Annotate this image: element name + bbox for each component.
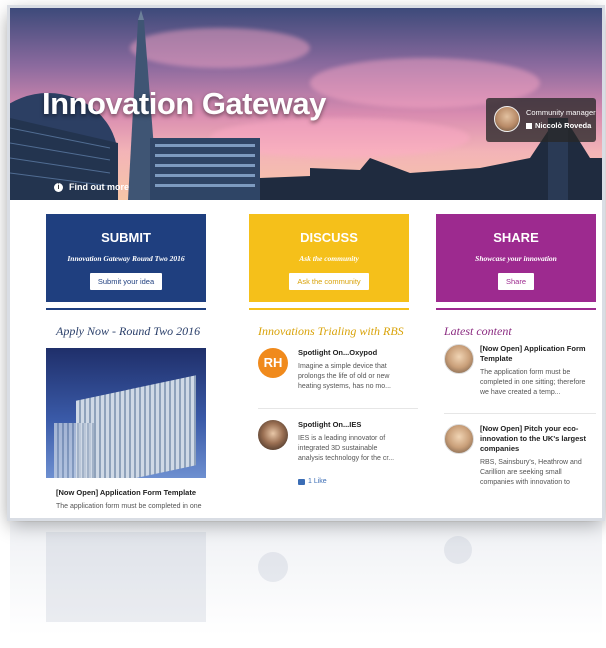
middle-divider [258, 408, 418, 409]
info-icon: i [54, 182, 63, 192]
reflection-avatar [444, 536, 472, 564]
find-out-more-link[interactable]: i Find out more [54, 182, 129, 192]
right-item-title[interactable]: [Now Open] Application Form Template [480, 344, 595, 364]
right-item-text: RBS, Sainsbury's, Heathrow and Carillion… [480, 459, 582, 486]
right-divider [444, 413, 596, 414]
hero-banner: Innovation Gateway i Find out more Commu… [10, 8, 602, 200]
middle-item-title[interactable]: Spotlight On...IES [298, 420, 428, 430]
middle-item-title[interactable]: Spotlight On...Oxypod [298, 348, 428, 358]
reflection-avatar [258, 552, 288, 582]
thumbs-up-icon [298, 478, 305, 485]
like-count: 1 Like [308, 478, 327, 485]
ask-community-button[interactable]: Ask the community [289, 273, 369, 290]
hero-title: Innovation Gateway [42, 86, 326, 121]
author-avatar [444, 344, 474, 374]
community-manager-card[interactable]: Community manager Niccolò Roveda [486, 98, 596, 142]
page-reflection [10, 522, 602, 648]
manager-role: Community manager [526, 108, 596, 117]
flag-icon [526, 122, 532, 129]
middle-item-text: IES is a leading innovator of integrated… [298, 435, 395, 462]
middle-item-text: Imagine a simple device that prolongs th… [298, 363, 391, 390]
submit-underline [46, 308, 206, 310]
right-item-title[interactable]: [Now Open] Pitch your eco-innovation to … [480, 424, 595, 454]
discuss-underline [249, 308, 409, 310]
building-photo [46, 348, 206, 478]
right-item-text: The application form must be completed i… [480, 369, 586, 396]
manager-avatar [494, 106, 520, 132]
discuss-card-subtitle: Ask the community [299, 254, 359, 263]
apply-now-heading: Apply Now - Round Two 2016 [56, 324, 201, 338]
browser-page: Innovation Gateway i Find out more Commu… [10, 8, 602, 518]
share-button[interactable]: Share [497, 273, 534, 290]
manager-name-row: Niccolò Roveda [526, 121, 591, 130]
submit-idea-button[interactable]: Submit your idea [89, 273, 163, 290]
reflection-photo [46, 532, 206, 622]
discuss-card-title: DISCUSS [300, 230, 358, 245]
like-button[interactable]: 1 Like [298, 478, 327, 485]
manager-name: Niccolò Roveda [535, 121, 592, 130]
latest-content-heading: Latest content [444, 324, 512, 338]
ies-avatar [258, 420, 288, 450]
submit-card: SUBMIT Innovation Gateway Round Two 2016… [46, 214, 206, 302]
share-card-title: SHARE [493, 230, 539, 245]
innovations-heading: Innovations Trialing with RBS [258, 324, 404, 338]
left-item-title[interactable]: [Now Open] Application Form Template [56, 488, 216, 498]
share-underline [436, 308, 596, 310]
discuss-card: DISCUSS Ask the community Ask the commun… [249, 214, 409, 302]
submit-card-title: SUBMIT [101, 230, 151, 245]
author-avatar [444, 424, 474, 454]
find-out-more-label: Find out more [69, 182, 129, 192]
building-wing [54, 423, 94, 478]
share-card: SHARE Showcase your innovation Share [436, 214, 596, 302]
rh-avatar: RH [258, 348, 288, 378]
share-card-subtitle: Showcase your innovation [475, 254, 557, 263]
building-facade [76, 375, 196, 478]
submit-card-subtitle: Innovation Gateway Round Two 2016 [67, 254, 185, 263]
left-item-text: The application form must be completed i… [56, 503, 202, 510]
